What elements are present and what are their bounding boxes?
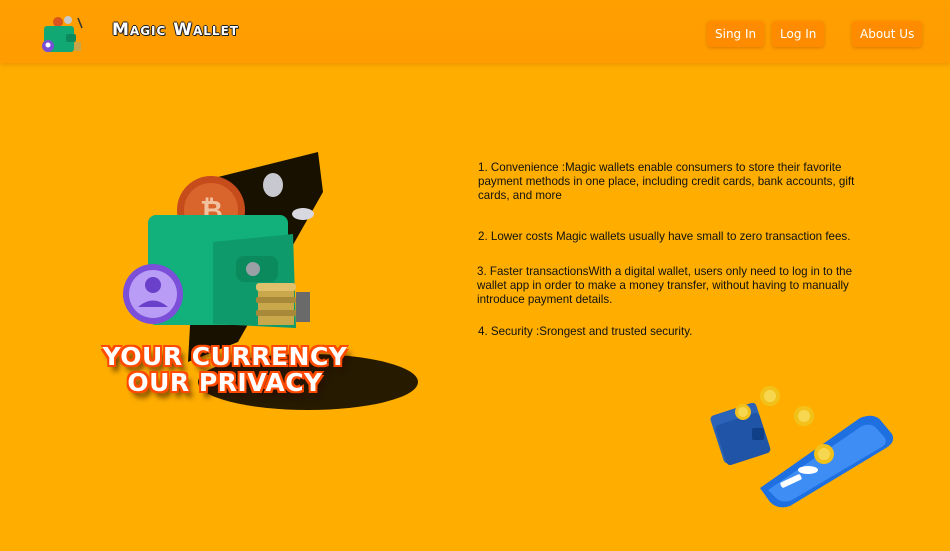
about-us-button[interactable]: About Us	[852, 21, 923, 47]
log-in-button[interactable]: Log In	[772, 21, 825, 47]
wallet-logo-icon[interactable]	[38, 14, 88, 56]
feature-lower-costs: 2. Lower costs Magic wallets usually hav…	[478, 230, 851, 243]
phone-wallet-coins-icon	[710, 386, 894, 508]
feature-convenience: 1. Convenience :Magic wallets enable con…	[478, 161, 855, 202]
slogan-line-2: OUR PRIVACY	[127, 368, 323, 397]
slogan-line-1: YOUR CURRENCY	[102, 342, 348, 371]
sign-in-button[interactable]: Sing In	[707, 21, 765, 47]
brand-name[interactable]: Magic Wallet	[112, 20, 239, 40]
feature-faster-transactions: 3. Faster transactionsWith a digital wal…	[477, 265, 853, 306]
hero-slogan: YOUR CURRENCY OUR PRIVACY	[55, 344, 395, 396]
feature-security: 4. Security :Srongest and trusted securi…	[478, 325, 693, 338]
navbar: Magic Wallet Sing In Log In About Us	[0, 0, 950, 63]
